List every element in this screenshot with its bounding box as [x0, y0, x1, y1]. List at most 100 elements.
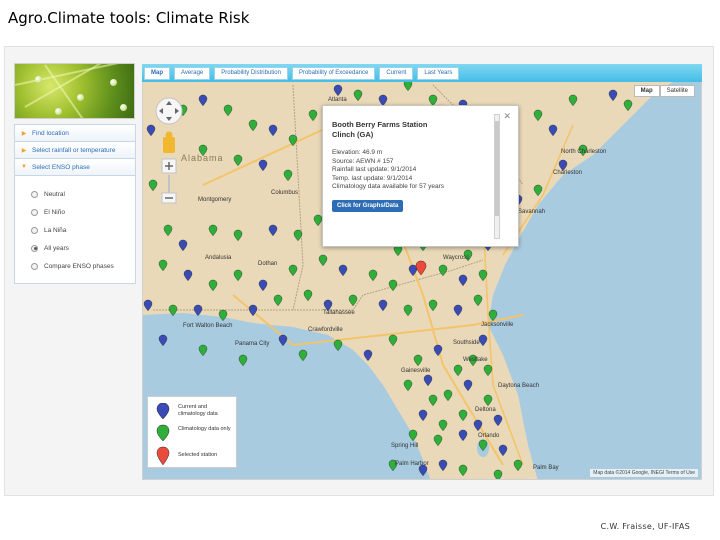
selected-station-marker[interactable]: [415, 260, 427, 276]
station-marker-climatology[interactable]: [483, 394, 493, 407]
radio-el-nino[interactable]: [31, 208, 38, 216]
close-icon[interactable]: ✕: [503, 111, 511, 122]
station-marker-current[interactable]: [363, 349, 373, 362]
station-marker-current[interactable]: [478, 334, 488, 347]
pegman-icon[interactable]: [163, 137, 175, 153]
station-marker-climatology[interactable]: [233, 269, 243, 282]
station-marker-climatology[interactable]: [388, 279, 398, 292]
station-marker-climatology[interactable]: [233, 154, 243, 167]
station-marker-climatology[interactable]: [308, 109, 318, 122]
station-marker-climatology[interactable]: [623, 99, 633, 112]
select-enso-item[interactable]: ▼ Select ENSO phase: [15, 159, 135, 176]
station-marker-current[interactable]: [458, 274, 468, 287]
station-marker-climatology[interactable]: [223, 104, 233, 117]
station-marker-climatology[interactable]: [433, 434, 443, 447]
station-marker-current[interactable]: [453, 304, 463, 317]
station-marker-climatology[interactable]: [458, 464, 468, 477]
map-type-map-button[interactable]: Map: [633, 85, 660, 97]
station-marker-current[interactable]: [258, 279, 268, 292]
station-marker-climatology[interactable]: [368, 269, 378, 282]
tab-average[interactable]: Average: [174, 66, 211, 80]
station-marker-climatology[interactable]: [443, 389, 453, 402]
station-marker-climatology[interactable]: [483, 364, 493, 377]
station-marker-climatology[interactable]: [273, 294, 283, 307]
station-marker-climatology[interactable]: [283, 169, 293, 182]
station-marker-climatology[interactable]: [428, 299, 438, 312]
station-marker-climatology[interactable]: [568, 94, 578, 107]
graphs-data-button[interactable]: Click for Graphs/Data: [332, 199, 404, 212]
enso-option-compare[interactable]: Compare ENSO phases: [15, 257, 135, 275]
station-marker-climatology[interactable]: [453, 364, 463, 377]
station-marker-climatology[interactable]: [208, 279, 218, 292]
station-marker-current[interactable]: [493, 414, 503, 427]
station-marker-climatology[interactable]: [403, 304, 413, 317]
station-marker-current[interactable]: [268, 224, 278, 237]
station-marker-current[interactable]: [438, 459, 448, 472]
station-marker-climatology[interactable]: [163, 224, 173, 237]
tab-probability-distribution[interactable]: Probability Distribution: [214, 66, 288, 80]
station-marker-climatology[interactable]: [413, 354, 423, 367]
leaf-banner-image: [14, 63, 135, 119]
station-marker-current[interactable]: [418, 409, 428, 422]
station-marker-current[interactable]: [463, 379, 473, 392]
station-marker-climatology[interactable]: [473, 294, 483, 307]
enso-option-neutral[interactable]: Neutral: [15, 185, 135, 203]
enso-option-la-nina[interactable]: La Niña: [15, 221, 135, 239]
station-marker-current[interactable]: [378, 299, 388, 312]
station-marker-climatology[interactable]: [348, 294, 358, 307]
station-map[interactable]: Map Satellite Alabama Atlanta Montgomery…: [142, 64, 702, 480]
station-marker-climatology[interactable]: [353, 89, 363, 102]
chevron-down-icon: ▼: [21, 164, 27, 170]
radio-all-years[interactable]: [31, 244, 38, 252]
station-marker-current[interactable]: [198, 94, 208, 107]
radio-la-nina[interactable]: [31, 226, 38, 234]
map-type-satellite-button[interactable]: Satellite: [659, 85, 695, 97]
station-marker-climatology[interactable]: [158, 259, 168, 272]
station-marker-current[interactable]: [258, 159, 268, 172]
chevron-right-icon: ▶: [21, 147, 27, 154]
station-marker-climatology[interactable]: [248, 119, 258, 132]
enso-option-label: La Niña: [44, 226, 67, 234]
station-marker-climatology[interactable]: [533, 109, 543, 122]
tab-probability-of-exceedance[interactable]: Probability of Exceedance: [291, 66, 376, 80]
station-marker-climatology[interactable]: [313, 214, 323, 227]
station-marker-current[interactable]: [423, 374, 433, 387]
station-marker-climatology[interactable]: [388, 334, 398, 347]
station-marker-climatology[interactable]: [493, 469, 503, 480]
station-marker-climatology[interactable]: [303, 289, 313, 302]
station-marker-current[interactable]: [338, 264, 348, 277]
tab-last-years[interactable]: Last Years: [417, 66, 460, 80]
station-marker-current[interactable]: [268, 124, 278, 137]
station-marker-current[interactable]: [333, 84, 343, 97]
select-variable-item[interactable]: ▶ Select rainfall or temperature: [15, 142, 135, 159]
station-marker-current[interactable]: [193, 304, 203, 317]
station-marker-climatology[interactable]: [513, 459, 523, 472]
station-marker-current[interactable]: [183, 269, 193, 282]
tab-map[interactable]: Map: [144, 66, 170, 80]
station-marker-current[interactable]: [458, 429, 468, 442]
station-marker-climatology[interactable]: [288, 264, 298, 277]
station-marker-current[interactable]: [143, 299, 153, 312]
station-marker-current[interactable]: [498, 444, 508, 457]
station-marker-climatology[interactable]: [318, 254, 328, 267]
station-marker-climatology[interactable]: [233, 229, 243, 242]
station-marker-climatology[interactable]: [438, 264, 448, 277]
station-marker-climatology[interactable]: [533, 184, 543, 197]
tab-current[interactable]: Current: [379, 66, 414, 80]
enso-option-el-nino[interactable]: El Niño: [15, 203, 135, 221]
radio-compare[interactable]: [31, 262, 38, 270]
station-marker-climatology[interactable]: [428, 394, 438, 407]
popup-scrollbar[interactable]: [494, 114, 500, 239]
map-label-waycross: Waycross: [443, 255, 470, 261]
station-marker-climatology[interactable]: [208, 224, 218, 237]
enso-option-all-years[interactable]: All years: [15, 239, 135, 257]
station-marker-climatology[interactable]: [293, 229, 303, 242]
station-marker-current[interactable]: [548, 124, 558, 137]
station-marker-climatology[interactable]: [438, 419, 448, 432]
radio-neutral[interactable]: [31, 190, 38, 198]
station-marker-climatology[interactable]: [458, 409, 468, 422]
station-marker-climatology[interactable]: [403, 379, 413, 392]
find-location-item[interactable]: ▶ Find location: [15, 125, 135, 142]
station-marker-current[interactable]: [178, 239, 188, 252]
station-marker-current[interactable]: [608, 89, 618, 102]
